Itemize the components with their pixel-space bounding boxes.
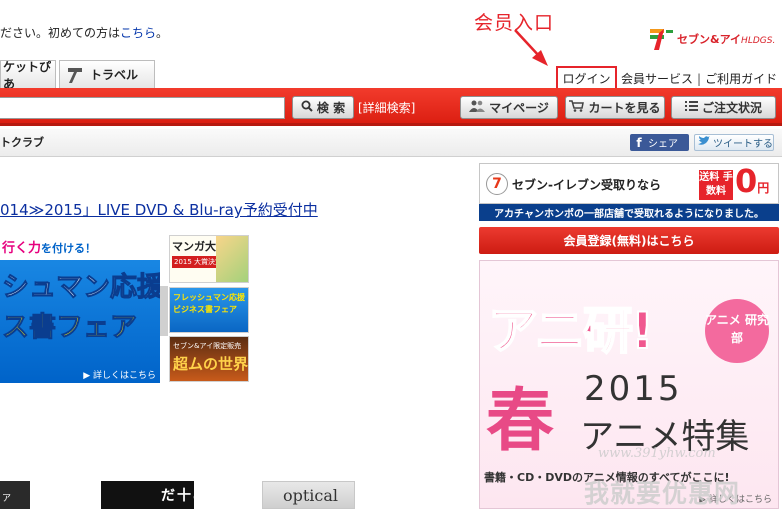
login-link[interactable]: ログイン xyxy=(556,66,617,90)
order-status-button[interactable]: ご注文状況 xyxy=(671,96,776,119)
banner-line-3: ス書フェア xyxy=(2,312,138,344)
fee-value: 0円 xyxy=(735,162,770,200)
logo-text: セブン&アイHLDGS. xyxy=(677,33,776,46)
seven-limited-thumb[interactable]: セブン&アイ限定販売 超ムの世界 xyxy=(169,336,249,382)
order-status-label: ご注文状況 xyxy=(701,101,762,115)
banner-tagline: 行く力を付ける！ xyxy=(2,241,97,256)
freshman-fair-thumb-text: フレッシュマン応援 ビジネス書フェア xyxy=(173,293,245,314)
member-links: 会員サービス | ご利用ガイド xyxy=(621,70,777,87)
product-cover[interactable]: optical xyxy=(262,481,355,509)
anime-club-badge: アニメ 研究部 xyxy=(705,299,769,363)
tab-travel[interactable]: トラベル xyxy=(59,60,155,88)
subnav-club-link[interactable]: トクラブ xyxy=(0,134,44,150)
users-icon xyxy=(469,100,486,115)
annotation-label: 会员入口 xyxy=(474,12,555,34)
facebook-share-button[interactable]: f シェア xyxy=(630,134,689,151)
watermark-text: 我就要优惠网 xyxy=(584,479,741,508)
banner-more-link[interactable]: ▶ 詳しくはこちら xyxy=(83,368,156,381)
search-button[interactable]: 検 索 xyxy=(292,96,354,119)
welcome-text: ださい。初めての方は xyxy=(0,26,121,40)
product-cover[interactable]: だ十み xyxy=(101,481,194,509)
guide-link[interactable]: ご利用ガイド xyxy=(705,72,777,86)
seven-pickup-row: 7 セブン-イレブン受取りなら xyxy=(486,173,661,195)
tab-travel-label: トラベル xyxy=(90,68,139,82)
tab-ticket-pia[interactable]: ケットぴあ xyxy=(0,60,56,91)
tweet-label: ツイートする xyxy=(713,139,773,150)
free-registration-button[interactable]: 会員登録(無料)はこちら xyxy=(479,227,779,254)
search-input[interactable] xyxy=(0,97,285,119)
welcome-notice: ださい。初めての方はこちら。 xyxy=(0,24,168,41)
seven-pickup-subtext: アカチャンホンポの一部店舗で受取れるようになりました。 xyxy=(479,204,779,221)
share-label: シェア xyxy=(648,139,678,150)
manga-award-thumb[interactable]: マンガ大賞 2015 大賞決定!! xyxy=(169,235,249,283)
spring-kanji: 春 xyxy=(486,381,555,461)
search-button-label: 検 索 xyxy=(316,101,346,115)
freshman-fair-thumb[interactable]: フレッシュマン応援 ビジネス書フェア xyxy=(169,287,249,333)
nav-separator: | xyxy=(697,72,702,86)
advanced-search-link[interactable]: [詳細検索] xyxy=(358,99,415,116)
twitter-bird-icon xyxy=(698,136,710,149)
seven-limited-title: 超ムの世界 xyxy=(173,355,249,373)
freshman-business-fair-banner[interactable]: 行く力を付ける！ シュマン応援 ス書フェア ▶ 詳しくはこちら xyxy=(0,235,160,383)
seven-eleven-pickup-banner[interactable]: 7 セブン-イレブン受取りなら 送料 手数料 0円 xyxy=(479,162,779,204)
tweet-button[interactable]: ツイートする xyxy=(694,134,774,151)
banner-line-2: シュマン応援 xyxy=(2,272,161,304)
magnifier-icon xyxy=(301,100,313,115)
first-time-link[interactable]: こちら xyxy=(120,26,156,40)
aniken-title: アニ研! xyxy=(487,301,655,361)
list-icon xyxy=(684,100,698,115)
facebook-icon: f xyxy=(636,135,642,150)
watermark-url: www.391yhw.com xyxy=(598,446,716,461)
seven-i-mark-icon xyxy=(650,28,674,50)
seven-and-i-logo[interactable]: セブン&アイHLDGS. xyxy=(650,28,775,50)
manga-cover-image xyxy=(216,236,248,282)
cart-icon xyxy=(569,100,585,115)
banner-divider xyxy=(160,286,168,336)
feature-year: 2015 xyxy=(584,369,683,409)
cart-button[interactable]: カートを見る xyxy=(565,96,665,119)
mypage-button[interactable]: マイページ xyxy=(460,96,558,119)
seven-pickup-label: セブン-イレブン受取りなら xyxy=(512,177,661,192)
welcome-tail: 。 xyxy=(156,26,169,40)
seven-limited-caption: セブン&アイ限定販売 xyxy=(173,342,242,350)
member-service-link[interactable]: 会員サービス xyxy=(621,72,693,86)
travel-logo-icon xyxy=(66,66,84,84)
mypage-label: マイページ xyxy=(489,101,549,115)
anime-feature-banner[interactable]: アニ研! アニメ 研究部 春 2015 アニメ特集 書籍・CD・DVDのアニメ情… xyxy=(479,260,779,509)
cart-label: カートを見る xyxy=(588,101,661,115)
product-cover[interactable]: ア xyxy=(0,481,30,509)
news-headline-link[interactable]: 014≫2015」LIVE DVD & Blu-ray予約受付中 xyxy=(0,199,318,220)
seven-eleven-logo-icon: 7 xyxy=(486,173,508,195)
fee-badge: 送料 手数料 xyxy=(699,170,733,200)
